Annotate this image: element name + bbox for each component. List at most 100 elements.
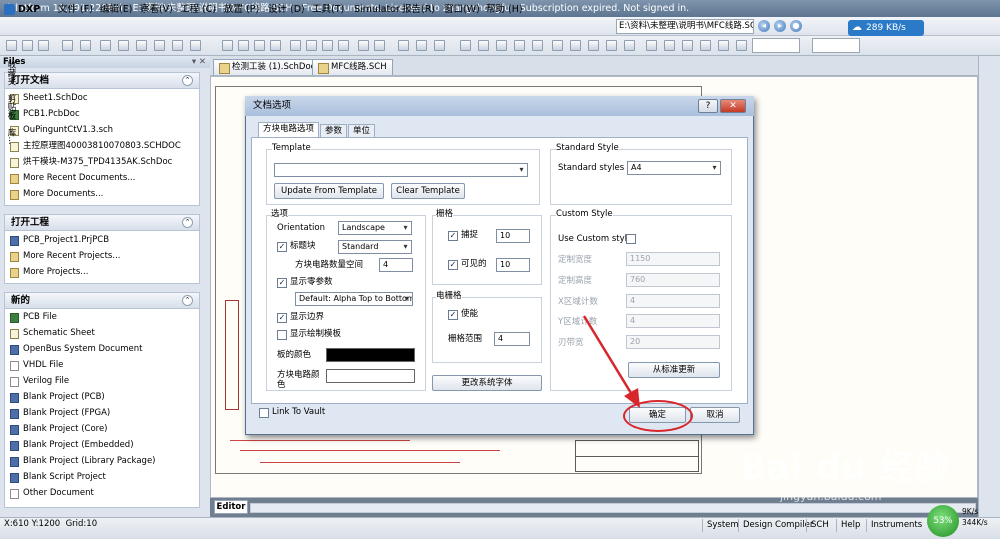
tab-parameters[interactable]: 参数	[320, 124, 348, 138]
menu-tools[interactable]: 工具(T)	[312, 2, 344, 17]
status-instruments-button[interactable]: Instruments	[866, 519, 926, 532]
place-compile-mask-icon[interactable]	[736, 40, 747, 51]
collapse-icon[interactable]: ⌃	[182, 217, 193, 228]
group-open-documents-header[interactable]: 打开文档 ⌃	[4, 72, 200, 88]
new-blank-project-embedded[interactable]: Blank Project (Embedded)	[10, 438, 134, 453]
menu-simulator[interactable]: Simulator	[354, 2, 400, 17]
list-item[interactable]: 主控原理图40003810070803.SCHDOC	[10, 139, 181, 154]
save-icon[interactable]	[38, 40, 49, 51]
print-icon[interactable]	[62, 40, 73, 51]
new-blank-script-project[interactable]: Blank Script Project	[10, 470, 106, 485]
collapse-icon[interactable]: ⌃	[182, 295, 193, 306]
menu-window[interactable]: 窗口(W)	[444, 2, 480, 17]
tab-doc-mfc[interactable]: MFC线路.SCH	[312, 59, 393, 75]
change-system-font-button[interactable]: 更改系统字体	[432, 375, 542, 391]
rubber-stamp-icon[interactable]	[270, 40, 281, 51]
place-part-icon[interactable]	[552, 40, 563, 51]
reference-zones-select[interactable]: Default: Alpha Top to Bottom,	[295, 292, 413, 306]
clear-template-button[interactable]: Clear Template	[391, 183, 465, 199]
new-verilog-file[interactable]: Verilog File	[10, 374, 69, 389]
place-vcc-icon[interactable]	[532, 40, 543, 51]
link-to-vault-checkbox[interactable]	[259, 408, 269, 418]
deselect-icon[interactable]	[322, 40, 333, 51]
zoom-selected-icon[interactable]	[154, 40, 165, 51]
panel-pin-icon[interactable]: ▾ ✕	[192, 56, 206, 68]
dialog-close-button[interactable]: ✕	[720, 99, 746, 113]
show-border-checkbox[interactable]	[277, 313, 287, 323]
group-open-projects-header[interactable]: 打开工程 ⌃	[4, 214, 200, 230]
place-polygon-icon[interactable]	[682, 40, 693, 51]
visible-grid-checkbox[interactable]	[448, 260, 458, 270]
place-text-icon[interactable]	[646, 40, 657, 51]
use-custom-style-checkbox[interactable]	[626, 234, 636, 244]
menu-dxp[interactable]: DXP	[4, 2, 40, 17]
border-color-swatch[interactable]	[326, 348, 415, 362]
clear-filter-icon[interactable]	[338, 40, 349, 51]
favorites-panel-tab[interactable]: 收藏夹	[5, 60, 17, 86]
new-blank-project-pcb[interactable]: Blank Project (PCB)	[10, 390, 105, 405]
new-blank-project-fpga[interactable]: Blank Project (FPGA)	[10, 406, 110, 421]
list-item[interactable]: Sheet1.SchDoc	[10, 91, 88, 106]
snap-input[interactable]: 10	[496, 229, 530, 243]
redo-icon[interactable]	[374, 40, 385, 51]
sheet-color-swatch[interactable]	[326, 369, 415, 383]
menu-project[interactable]: 工程 (C)	[180, 2, 216, 17]
visible-grid-input[interactable]: 10	[496, 258, 530, 272]
menu-edit[interactable]: 编辑(E)	[100, 2, 132, 17]
dialog-help-button[interactable]: ?	[698, 99, 718, 113]
electrical-grid-enable-checkbox[interactable]	[448, 310, 458, 320]
new-pcb-file[interactable]: PCB File	[10, 310, 57, 325]
more-projects-link[interactable]: More Projects...	[10, 265, 88, 280]
zoom-area-icon[interactable]	[136, 40, 147, 51]
editor-tab[interactable]: Editor	[214, 500, 248, 514]
clipboard-panel-tab[interactable]: 剪贴板	[5, 94, 17, 120]
title-block-checkbox[interactable]	[277, 242, 287, 252]
list-item[interactable]: PCB1.PcbDoc	[10, 107, 80, 122]
copy-icon[interactable]	[238, 40, 249, 51]
paste-icon[interactable]	[254, 40, 265, 51]
print-preview-icon[interactable]	[80, 40, 91, 51]
more-recent-projects-link[interactable]: More Recent Projects...	[10, 249, 120, 264]
custom-height-input[interactable]: 760	[626, 273, 720, 287]
status-help-button[interactable]: Help	[836, 519, 864, 532]
nav-back-icon[interactable]: ◂	[758, 20, 770, 32]
new-schematic-sheet[interactable]: Schematic Sheet	[10, 326, 95, 341]
menu-help[interactable]: 帮助 (H)	[486, 2, 523, 17]
cross-probe-icon[interactable]	[416, 40, 427, 51]
update-from-template-button[interactable]: Update From Template	[274, 183, 384, 199]
new-other-document[interactable]: Other Document	[10, 486, 94, 501]
more-recent-documents-link[interactable]: More Recent Documents...	[10, 171, 135, 186]
tab-sheet-options[interactable]: 方块电路选项	[258, 122, 320, 138]
status-sch-button[interactable]: SCH	[806, 519, 833, 532]
title-block-select[interactable]: Standard	[338, 240, 412, 254]
toolbar-zoom-combo[interactable]	[812, 38, 860, 53]
template-select[interactable]	[274, 163, 528, 177]
open-project-icon[interactable]	[100, 40, 111, 51]
place-harness-icon[interactable]	[718, 40, 729, 51]
show-template-graphics-checkbox[interactable]	[277, 330, 287, 340]
undo-icon[interactable]	[358, 40, 369, 51]
custom-width-input[interactable]: 1150	[626, 252, 720, 266]
libraries-panel-tab[interactable]: 库...	[5, 128, 17, 145]
select-area-icon[interactable]	[290, 40, 301, 51]
menu-view[interactable]: 察看(V)	[140, 2, 173, 17]
move-icon[interactable]	[306, 40, 317, 51]
grid-range-input[interactable]: 4	[494, 332, 530, 346]
new-blank-project-library[interactable]: Blank Project (Library Package)	[10, 454, 156, 469]
new-vhdl-file[interactable]: VHDL File	[10, 358, 63, 373]
new-icon[interactable]	[6, 40, 17, 51]
place-no-erc-icon[interactable]	[624, 40, 635, 51]
place-bus-icon[interactable]	[478, 40, 489, 51]
place-gnd-icon[interactable]	[514, 40, 525, 51]
zoom-out-icon[interactable]	[190, 40, 201, 51]
cut-icon[interactable]	[222, 40, 233, 51]
place-drawing-icon[interactable]	[664, 40, 675, 51]
group-new-header[interactable]: 新的 ⌃	[4, 292, 200, 308]
place-port-icon[interactable]	[606, 40, 617, 51]
menu-reports[interactable]: 报告(R)	[402, 2, 435, 17]
menu-file[interactable]: 文件 (F)	[58, 2, 93, 17]
place-directive-icon[interactable]	[700, 40, 711, 51]
show-reference-zones-checkbox[interactable]	[277, 278, 287, 288]
menu-design[interactable]: 设计 (D)	[268, 2, 305, 17]
toolbar-filter-combo[interactable]	[752, 38, 800, 53]
